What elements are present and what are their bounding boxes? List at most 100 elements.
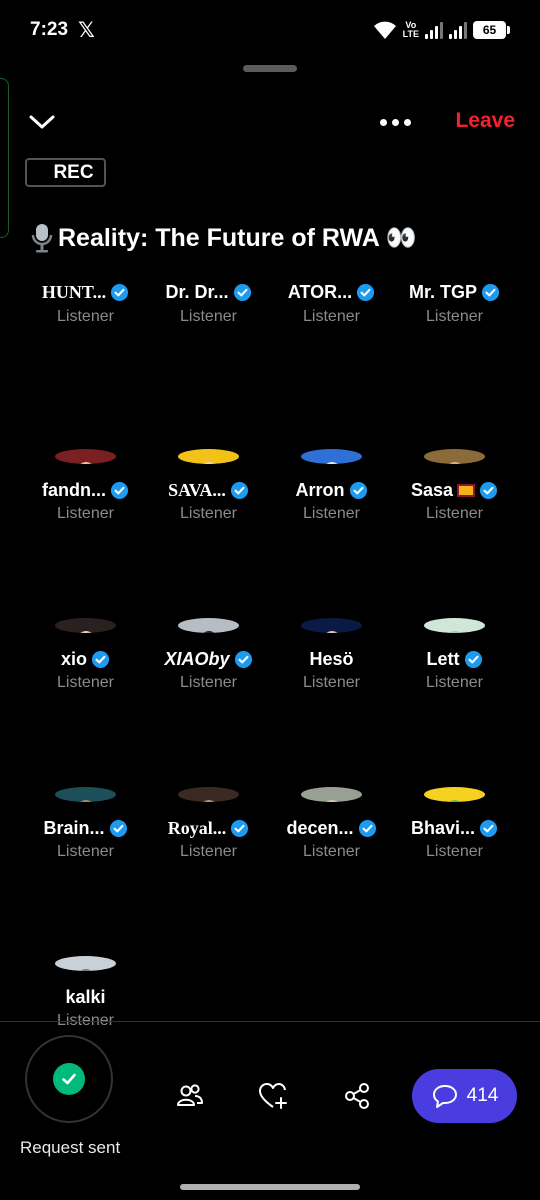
verified-badge-icon bbox=[230, 481, 248, 500]
microphone-icon bbox=[31, 224, 53, 253]
participant-role: Listener bbox=[180, 308, 237, 325]
verified-badge-icon bbox=[464, 650, 482, 669]
participant-item[interactable]: Sasa Listener bbox=[393, 354, 516, 523]
participant-name: Lett bbox=[426, 649, 460, 669]
participant-name-row: XIAOby bbox=[164, 649, 252, 670]
collapse-button[interactable] bbox=[26, 108, 58, 136]
recording-label: REC bbox=[53, 161, 94, 183]
headset-man-avatar[interactable] bbox=[55, 787, 116, 802]
more-options-button[interactable] bbox=[374, 108, 416, 136]
participant-item[interactable]: ATOR... Listener bbox=[270, 278, 393, 354]
participant-name-row: Hesö bbox=[309, 649, 353, 670]
participant-name: Sasa bbox=[410, 480, 454, 500]
participant-name: xio bbox=[60, 649, 87, 669]
verified-badge-icon bbox=[109, 819, 127, 838]
participant-item[interactable]: Dr. Dr... Listener bbox=[147, 278, 270, 354]
participant-item[interactable]: Royal... Listener bbox=[147, 692, 270, 861]
participant-name: Royal... bbox=[167, 818, 227, 838]
participant-item[interactable]: SAVA... Listener bbox=[147, 354, 270, 523]
participant-item[interactable]: decen... Listener bbox=[270, 692, 393, 861]
verified-badge-icon bbox=[111, 283, 129, 301]
participant-name: fandn... bbox=[42, 480, 106, 500]
verified-badge-icon bbox=[358, 819, 376, 838]
participant-item[interactable]: Lett Listener bbox=[393, 523, 516, 692]
avatar-head-shape bbox=[322, 462, 342, 464]
share-button[interactable] bbox=[339, 1078, 375, 1114]
participant-name-row: xio bbox=[61, 649, 110, 670]
verified-badge-icon bbox=[479, 481, 498, 500]
dot-icon bbox=[379, 118, 387, 126]
comments-button[interactable]: 414 bbox=[412, 1069, 517, 1123]
participant-role: Listener bbox=[57, 674, 114, 691]
participant-role: Listener bbox=[180, 843, 237, 860]
space-title-text: Reality: The Future of RWA 👀 bbox=[58, 223, 417, 252]
participants-grid: HUNT... Listener Dr. Dr... Listener ATOR... L… bbox=[24, 278, 518, 1030]
girl-photo-avatar[interactable] bbox=[55, 618, 116, 633]
participant-name: kalki bbox=[65, 987, 106, 1007]
participant-name-row: ATOR... bbox=[288, 280, 375, 304]
volte-icon: Vo LTE bbox=[403, 21, 419, 39]
participant-item[interactable]: Brain... Listener bbox=[24, 692, 147, 861]
x-logo-icon: 𝕏 bbox=[78, 19, 95, 42]
signal-icon-2 bbox=[449, 21, 467, 39]
blue-anime-avatar[interactable] bbox=[301, 449, 362, 464]
bearded-man-avatar[interactable] bbox=[178, 787, 239, 802]
anime-girl-avatar[interactable] bbox=[55, 449, 116, 464]
leave-button[interactable]: Leave bbox=[455, 109, 515, 133]
dot-icon bbox=[403, 118, 411, 126]
participant-name: HUNT... bbox=[41, 281, 107, 302]
participant-item[interactable]: fandn... Listener bbox=[24, 354, 147, 523]
drag-handle[interactable] bbox=[243, 65, 297, 72]
people-button[interactable] bbox=[172, 1078, 208, 1114]
participant-name-row: SAVA... bbox=[168, 480, 249, 501]
edge-panel-handle[interactable] bbox=[0, 78, 9, 238]
participant-item[interactable]: xio Listener bbox=[24, 523, 147, 692]
participant-item[interactable]: Mr. TGP Listener bbox=[393, 278, 516, 354]
react-button[interactable] bbox=[256, 1078, 292, 1114]
street-photo-avatar[interactable] bbox=[424, 449, 485, 464]
request-button[interactable] bbox=[25, 1035, 113, 1123]
default-profile-avatar[interactable] bbox=[55, 956, 116, 971]
heart-plus-icon bbox=[259, 1083, 287, 1109]
participant-item[interactable]: Hesö Listener bbox=[270, 523, 393, 692]
man-photo-avatar[interactable] bbox=[301, 787, 362, 802]
avatar-head-shape bbox=[322, 800, 342, 802]
sunglasses-anime-avatar[interactable] bbox=[178, 449, 239, 464]
divider bbox=[0, 1021, 540, 1022]
green-dino-avatar[interactable] bbox=[424, 787, 485, 802]
participant-name: Bhavi... bbox=[410, 818, 476, 838]
participant-name-row: Arron bbox=[296, 480, 368, 501]
status-time: 7:23 bbox=[30, 19, 69, 40]
participant-name-row: Dr. Dr... bbox=[165, 280, 251, 304]
verified-badge-icon bbox=[231, 819, 249, 838]
participant-name-row: kalki bbox=[65, 987, 105, 1008]
avatar-head-shape bbox=[199, 800, 219, 802]
participant-name: Mr. TGP bbox=[408, 281, 477, 302]
participant-name: Hesö bbox=[309, 649, 354, 669]
participant-item[interactable]: HUNT... Listener bbox=[24, 278, 147, 354]
participant-name: Arron bbox=[295, 480, 345, 500]
sri-lanka-flag-icon bbox=[457, 484, 476, 497]
participant-item[interactable]: Bhavi... Listener bbox=[393, 692, 516, 861]
avatar-head-shape bbox=[445, 800, 465, 802]
participant-item[interactable]: kalki Listener bbox=[24, 861, 147, 1030]
participant-item[interactable]: Arron Listener bbox=[270, 354, 393, 523]
participant-role: Listener bbox=[57, 308, 114, 325]
participant-name-row: Lett bbox=[427, 649, 483, 670]
blue-ring-anime-avatar[interactable] bbox=[301, 618, 362, 633]
volte-label-bottom: LTE bbox=[402, 29, 419, 39]
participant-name: Dr. Dr... bbox=[165, 281, 229, 302]
share-icon bbox=[345, 1083, 369, 1109]
battery-icon: 65 bbox=[473, 21, 510, 39]
participant-role: Listener bbox=[303, 843, 360, 860]
people-icon bbox=[177, 1084, 203, 1106]
cartoon-creature-avatar[interactable] bbox=[424, 618, 485, 633]
avatar-head-shape bbox=[445, 462, 465, 464]
participant-item[interactable]: XIAOby Listener bbox=[147, 523, 270, 692]
participant-role: Listener bbox=[180, 505, 237, 522]
avatar-head-shape bbox=[76, 800, 96, 802]
home-indicator[interactable] bbox=[180, 1184, 360, 1190]
participant-role: Listener bbox=[303, 674, 360, 691]
participant-role: Listener bbox=[426, 674, 483, 691]
hooded-figure-avatar[interactable] bbox=[178, 618, 239, 633]
